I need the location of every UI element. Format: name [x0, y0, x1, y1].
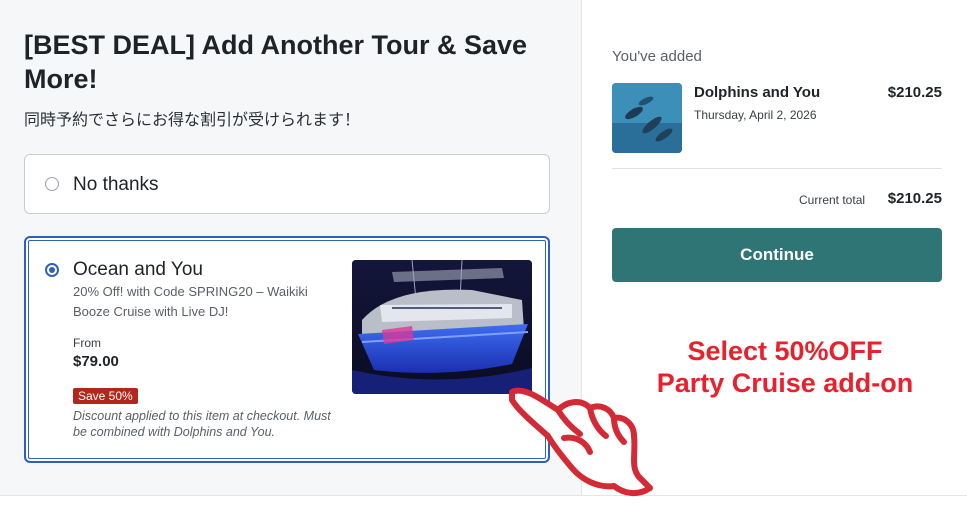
option-ocean-name: Ocean and You: [73, 259, 203, 280]
boat-photo: [352, 260, 532, 394]
option-no-thanks[interactable]: No thanks: [24, 154, 550, 214]
cart-added-label: You've added: [612, 48, 702, 65]
cart-item-date: Thursday, April 2, 2026: [694, 108, 817, 122]
current-total-price: $210.25: [887, 190, 942, 207]
page-subtitle: 同時予約でさらにお得な割引が受けられます！: [24, 110, 361, 129]
dolphin-photo: [612, 83, 682, 153]
option-ocean-and-you[interactable]: Ocean and You 20% Off! with Code SPRING2…: [24, 236, 550, 463]
continue-button[interactable]: Continue: [612, 228, 942, 282]
radio-no-thanks[interactable]: [45, 177, 59, 191]
page-title: [BEST DEAL] Add Another Tour & Save More…: [24, 30, 528, 94]
discount-badge: Save 50%: [73, 388, 138, 404]
promo-callout: Select 50%OFF Party Cruise add-on: [640, 335, 930, 399]
option-ocean-description: 20% Off! with Code SPRING20 – Waikiki Bo…: [73, 284, 308, 319]
option-ocean-price: $79.00: [73, 353, 119, 370]
promo-line-2: Party Cruise add-on: [656, 368, 914, 398]
discount-note: Discount applied to this item at checkou…: [73, 409, 331, 439]
current-total-label: Current total: [799, 193, 866, 207]
cart-item-name: Dolphins and You: [694, 84, 821, 101]
pointing-hand-icon: [502, 376, 662, 500]
price-from-label: From: [73, 336, 101, 350]
option-no-thanks-label: No thanks: [73, 174, 159, 195]
promo-line-1: Select 50%OFF: [687, 336, 883, 366]
radio-ocean-and-you[interactable]: [45, 263, 59, 277]
cart-divider: [612, 168, 942, 169]
bottom-divider: [0, 495, 967, 496]
cart-item-price: $210.25: [887, 84, 942, 101]
